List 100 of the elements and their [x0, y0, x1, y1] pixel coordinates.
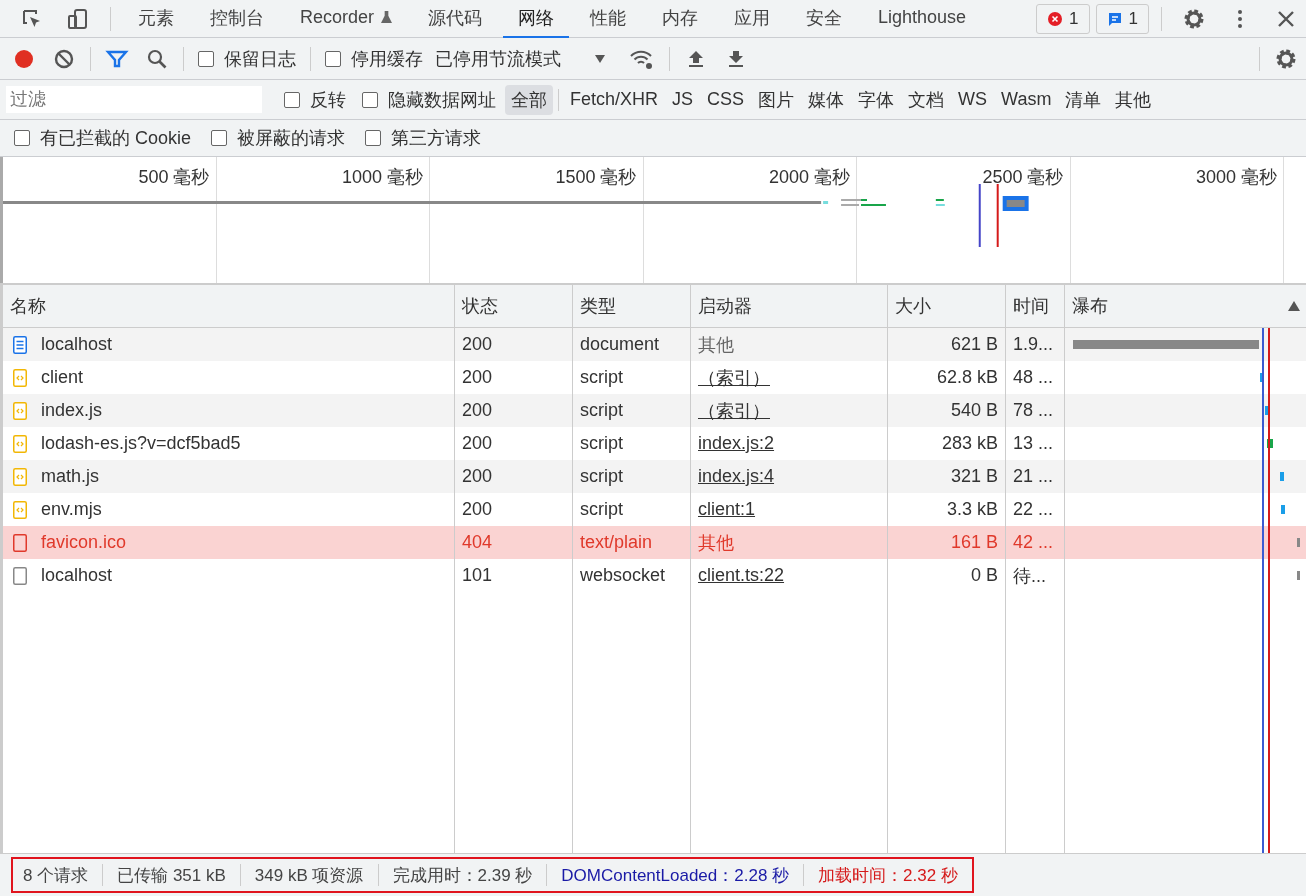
type-filter-button[interactable]: 其他 [1109, 84, 1158, 115]
timeline-tick-label: 2500 毫秒 [982, 167, 1064, 187]
summary-text: DOMContentLoaded：2.28 秒 [560, 864, 791, 887]
throttling-dropdown[interactable]: 已停用节流模式 [431, 46, 621, 71]
column-header[interactable]: 状态 [455, 285, 573, 327]
checkbox-label: 第三方请求 [391, 127, 482, 150]
initiator-cell-text: 其他 [698, 531, 734, 555]
type-filter-button[interactable]: 字体 [852, 84, 901, 115]
type-filter-button[interactable]: 图片 [752, 84, 801, 115]
caret-icon [595, 54, 605, 63]
timeline-tick-label: 3000 毫秒 [1195, 167, 1277, 187]
checkbox-label: 有已拦截的 Cookie [40, 127, 192, 150]
request-name[interactable]: lodash-es.js?v=dcf5bad5 [41, 433, 241, 454]
status-cell: 200 [455, 394, 573, 427]
panel-tab[interactable]: Lighthouse [863, 0, 982, 38]
waterfall-bar [1297, 538, 1300, 547]
status-cell: 200 [455, 460, 573, 493]
type-filter-button[interactable]: 清单 [1059, 84, 1108, 115]
script-file-icon [13, 401, 27, 420]
size-cell: 540 B [888, 394, 1006, 427]
type-filter-button[interactable]: Fetch/XHR [564, 86, 665, 113]
type-filter-button[interactable]: WS [952, 86, 994, 113]
checkbox-label: 保留日志 [224, 47, 296, 71]
initiator-cell-text: 其他 [698, 333, 734, 357]
summary-text: 8 个请求 [22, 864, 90, 887]
waterfall-bar [1265, 406, 1268, 415]
request-name[interactable]: localhost [41, 565, 113, 586]
device-icon[interactable] [66, 6, 90, 31]
panel-tab[interactable]: 源代码 [413, 0, 498, 38]
column-header[interactable]: 名称 [3, 285, 455, 327]
panel-tab[interactable]: 控制台 [195, 0, 279, 38]
type-filter-button[interactable]: JS [666, 86, 700, 113]
timeline-tick-label: 1500 毫秒 [555, 167, 637, 187]
request-name[interactable]: math.js [41, 466, 100, 487]
checkbox-square[interactable] [211, 130, 228, 146]
column-header[interactable]: 瀑布 [1065, 285, 1306, 327]
panel-tab[interactable]: Recorder [285, 0, 408, 38]
panel-tab[interactable]: 性能 [575, 0, 642, 38]
checkbox-square[interactable] [198, 50, 214, 67]
filter-checkbox[interactable]: 被屏蔽的请求 [211, 126, 346, 150]
type-filter-button[interactable]: 文档 [902, 84, 951, 115]
filter-checkbox[interactable]: 第三方请求 [365, 126, 482, 150]
filter-checkbox[interactable]: 有已拦截的 Cookie [14, 126, 192, 150]
waterfall-bar [1297, 571, 1300, 580]
size-cell: 161 B [888, 526, 1006, 559]
initiator-link[interactable]: client:1 [698, 499, 756, 520]
invert-checkbox[interactable]: 反转 [284, 87, 346, 112]
type-filter-button[interactable]: Wasm [995, 86, 1058, 113]
checkbox-square[interactable] [362, 91, 378, 108]
type-cell: script [573, 460, 691, 493]
checkbox-square[interactable] [325, 50, 341, 67]
waterfall-bar [1281, 505, 1285, 514]
column-header[interactable]: 类型 [573, 285, 691, 327]
panel-tab[interactable]: 网络 [503, 0, 570, 38]
timeline-tick-label: 500 毫秒 [138, 167, 210, 187]
initiator-link[interactable]: （索引） [698, 398, 770, 423]
checkbox-label: 被屏蔽的请求 [237, 127, 346, 150]
request-name[interactable]: index.js [41, 400, 103, 421]
preserve-log-checkbox[interactable]: 保留日志 [198, 46, 296, 71]
type-filter-button[interactable]: 全部 [505, 84, 553, 115]
status-cell: 404 [455, 526, 573, 559]
type-cell: script [573, 394, 691, 427]
script-file-icon [13, 368, 27, 387]
error-icon [1047, 10, 1064, 27]
document-icon [13, 335, 27, 354]
column-header[interactable]: 时间 [1006, 285, 1065, 327]
disable-cache-checkbox[interactable]: 停用缓存 [325, 46, 423, 71]
type-filter-button[interactable]: 媒体 [802, 84, 851, 115]
initiator-link[interactable]: index.js:4 [698, 466, 775, 487]
sort-ascending-icon [1288, 301, 1300, 311]
script-file-icon [13, 434, 27, 453]
filter-input[interactable]: 过滤 [6, 86, 262, 113]
blank-file-icon [13, 533, 27, 552]
request-name[interactable]: localhost [41, 334, 113, 355]
time-cell: 21 ... [1006, 460, 1065, 493]
checkbox-square[interactable] [365, 130, 382, 146]
type-cell: document [573, 328, 691, 361]
time-cell: 1.9... [1006, 328, 1065, 361]
panel-tab[interactable]: 内存 [647, 0, 714, 38]
panel-tab[interactable]: 应用 [719, 0, 786, 38]
checkbox-square[interactable] [284, 91, 300, 108]
checkbox-square[interactable] [14, 130, 30, 146]
initiator-link[interactable]: （索引） [698, 365, 770, 390]
hide-data-urls-checkbox[interactable]: 隐藏数据网址 [362, 87, 496, 112]
type-filter-button[interactable]: CSS [701, 86, 751, 113]
panel-tab[interactable]: 安全 [791, 0, 858, 38]
column-header[interactable]: 启动器 [691, 285, 888, 327]
request-name[interactable]: client [41, 367, 84, 388]
status-cell: 200 [455, 328, 573, 361]
initiator-link[interactable]: client.ts:22 [698, 565, 785, 586]
message-count-badge[interactable]: 1 [1095, 3, 1149, 34]
request-name[interactable]: env.mjs [41, 499, 102, 520]
checkbox-label: 停用缓存 [351, 47, 423, 71]
column-header[interactable]: 大小 [888, 285, 1006, 327]
timeline-tick-label: 2000 毫秒 [768, 167, 850, 187]
panel-tab[interactable]: 元素 [123, 0, 189, 38]
error-count-badge[interactable]: 1 [1036, 3, 1090, 34]
checkbox-label: 反转 [310, 88, 346, 112]
initiator-link[interactable]: index.js:2 [698, 433, 775, 454]
time-cell: 78 ... [1006, 394, 1065, 427]
